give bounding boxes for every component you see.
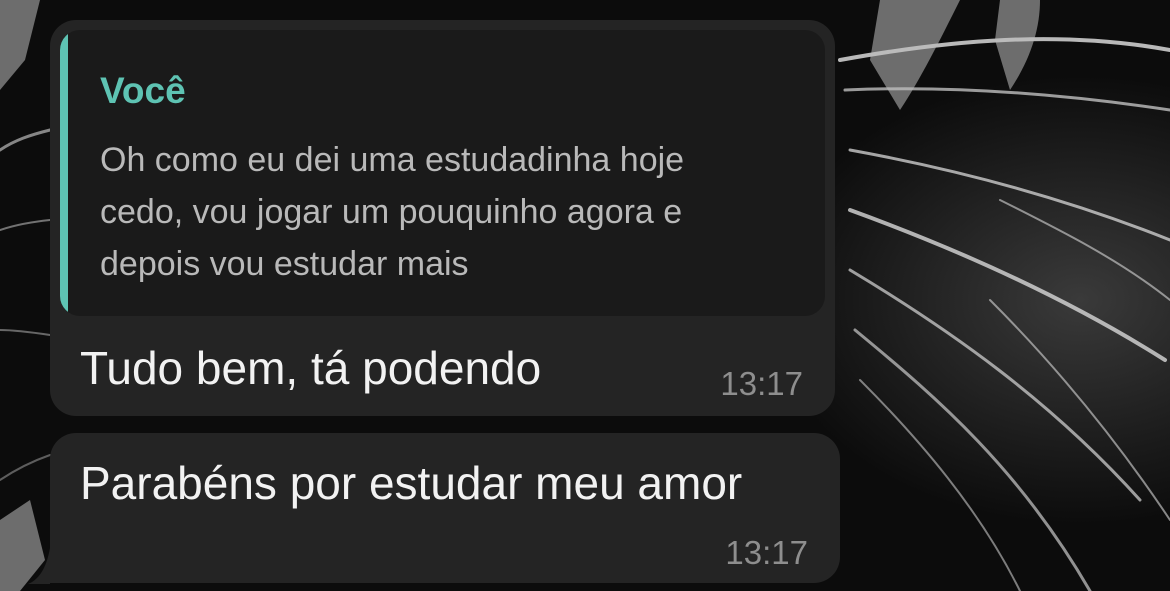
reply-text: Oh como eu dei uma estudadinha hoje cedo… (100, 141, 685, 283)
message-timestamp: 13:17 (725, 534, 808, 571)
reply-accent-bar (60, 30, 68, 316)
message-bubble[interactable]: Você Oh como eu dei uma estudadinha hoje… (50, 20, 835, 416)
reply-quote[interactable]: Você Oh como eu dei uma estudadinha hoje… (60, 30, 825, 316)
reply-author: Você (100, 70, 186, 111)
message-text: Parabéns por estudar meu amor (80, 457, 743, 509)
message-timestamp: 13:17 (720, 365, 803, 402)
message-text: Tudo bem, tá podendo (80, 342, 542, 394)
message-bubble[interactable]: Parabéns por estudar meu amor 13:17 (50, 433, 840, 583)
